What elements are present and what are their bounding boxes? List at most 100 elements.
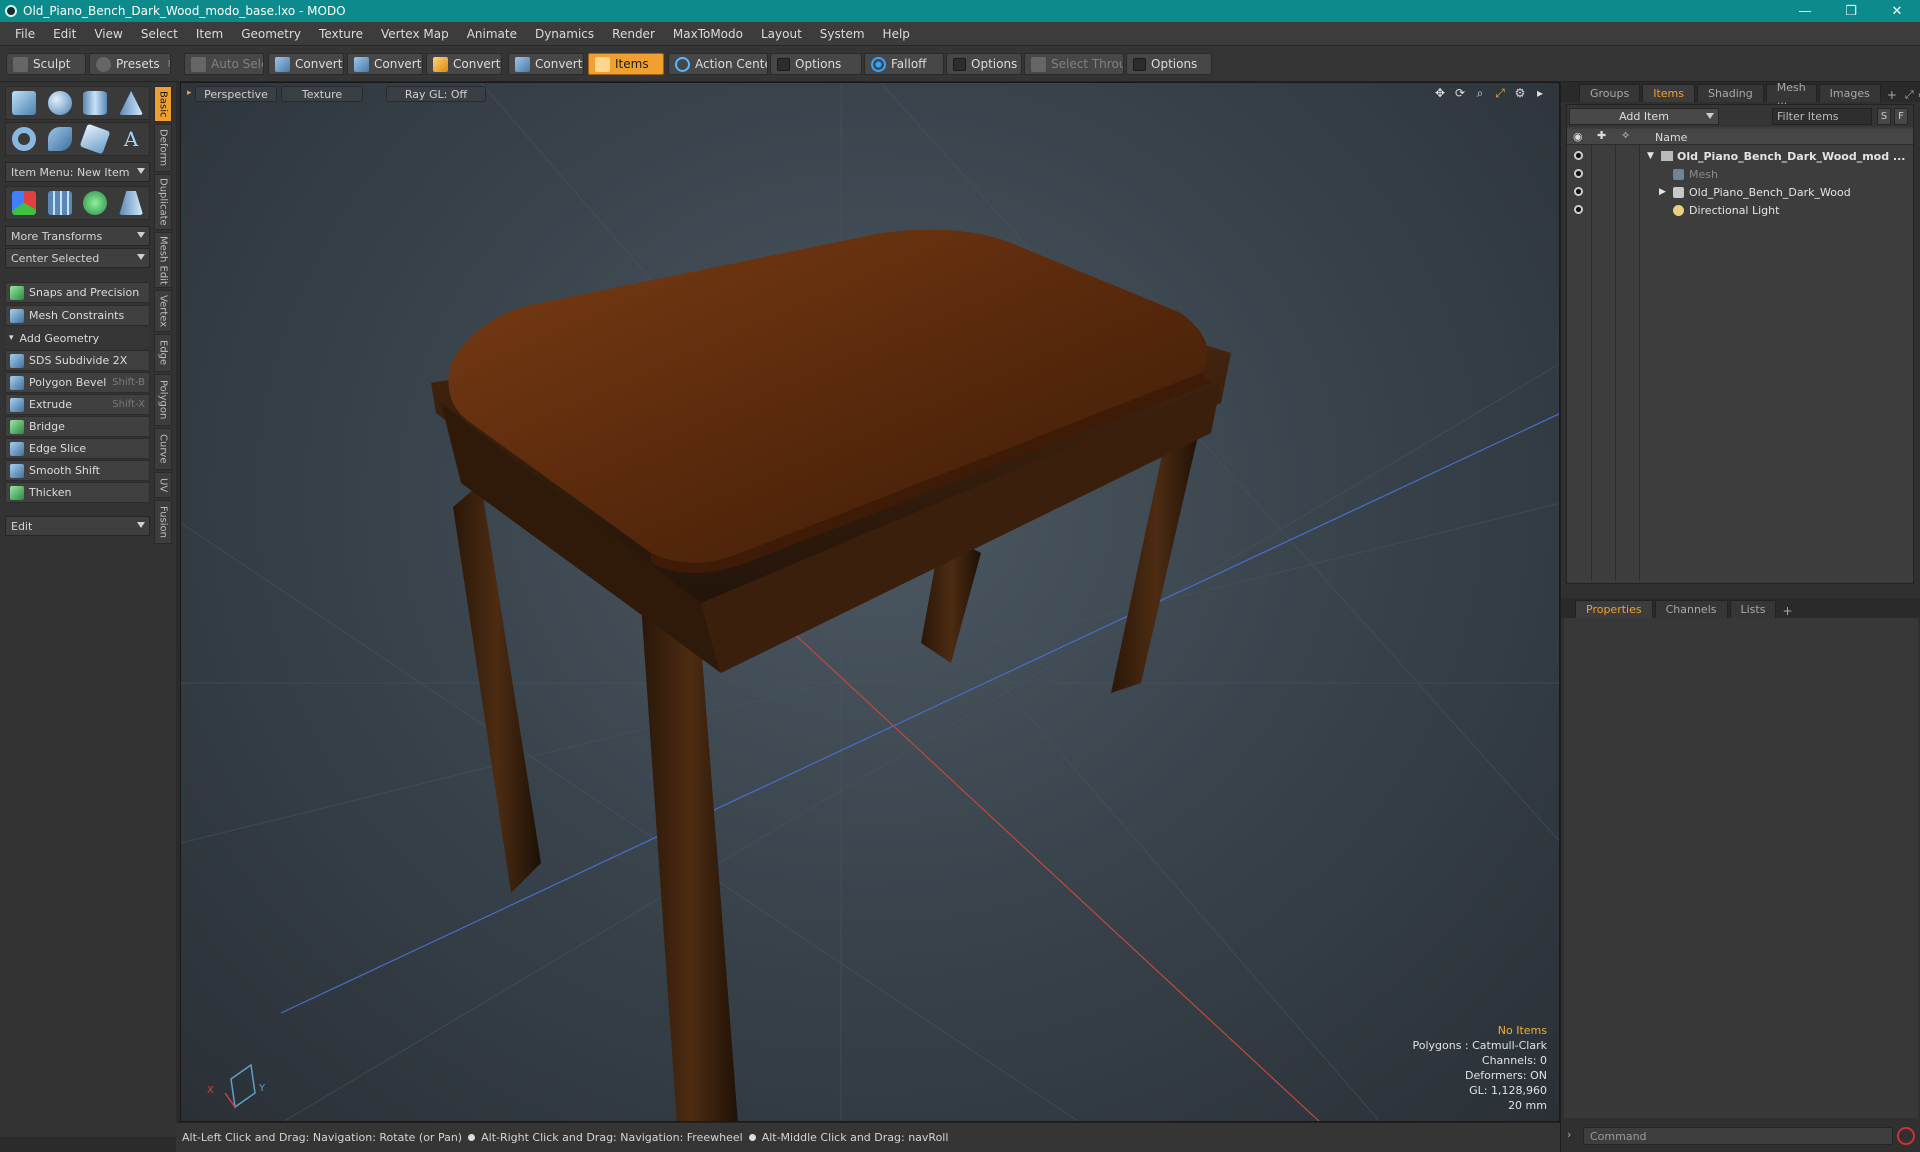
taper-icon[interactable] [119, 191, 144, 215]
tab-channels[interactable]: Channels [1654, 600, 1728, 618]
tab-properties[interactable]: Properties [1575, 600, 1653, 618]
cube-primitive-icon[interactable] [11, 91, 36, 115]
menu-edit[interactable]: Edit [44, 27, 85, 41]
tree-row-light[interactable]: Directional Light [1567, 201, 1913, 219]
tree-row-scene[interactable]: ▼ Old_Piano_Bench_Dark_Wood_mod ... [1567, 147, 1913, 165]
pen-tool-icon[interactable] [79, 123, 111, 155]
edge-slice-button[interactable]: Edge Slice [5, 438, 150, 459]
convert-button-1[interactable]: Convert [268, 53, 344, 75]
bridge-button[interactable]: Bridge [5, 416, 150, 437]
convert-button-3[interactable]: Convert [426, 53, 502, 75]
tab-mesh[interactable]: Mesh ... [1765, 81, 1817, 107]
snaps-precision-button[interactable]: Snaps and Precision [5, 282, 150, 303]
tree-row-bench[interactable]: ▶ Old_Piano_Bench_Dark_Wood [1567, 183, 1913, 201]
menu-view[interactable]: View [85, 27, 131, 41]
tab-fusion[interactable]: Fusion [154, 500, 172, 544]
menu-layout[interactable]: Layout [752, 27, 811, 41]
command-input[interactable]: Command [1583, 1127, 1893, 1145]
3d-viewport[interactable]: X Y ▸ Perspective Texture Ray GL: Off ✥ … [180, 82, 1560, 1122]
eye-icon[interactable] [1573, 204, 1584, 215]
eye-icon[interactable] [1573, 150, 1584, 161]
radial-array-icon[interactable] [83, 191, 108, 215]
menu-item[interactable]: Item [187, 27, 232, 41]
viewport-options-icon[interactable]: ▸ [1533, 86, 1547, 100]
eye-icon[interactable] [1573, 168, 1584, 179]
tab-edge[interactable]: Edge [154, 334, 172, 372]
more-transforms-dropdown[interactable]: More Transforms [5, 226, 150, 246]
array-icon[interactable] [47, 191, 72, 215]
auto-select-button[interactable]: Auto Select [184, 53, 264, 75]
torus-primitive-icon[interactable] [11, 127, 36, 151]
falloff-button[interactable]: Falloff [864, 53, 944, 75]
tab-polygon[interactable]: Polygon [154, 374, 172, 426]
collapse-arrow-icon[interactable]: ▼ [1647, 151, 1654, 161]
tab-duplicate[interactable]: Duplicate [154, 174, 172, 230]
tab-deform[interactable]: Deform [154, 124, 172, 172]
record-icon[interactable] [1897, 1127, 1915, 1145]
add-geometry-header[interactable]: ▾ Add Geometry [5, 328, 150, 348]
sculpt-button[interactable]: Sculpt [6, 53, 86, 75]
tab-mesh-edit[interactable]: Mesh Edit [154, 232, 172, 288]
add-tab-icon[interactable]: + [1782, 604, 1792, 618]
menu-help[interactable]: Help [874, 27, 919, 41]
expand-arrow-icon[interactable]: ▶ [1659, 187, 1666, 197]
menu-vertex-map[interactable]: Vertex Map [372, 27, 458, 41]
eye-icon[interactable] [1573, 186, 1584, 197]
options-button-3[interactable]: Options [1126, 53, 1212, 75]
tab-groups[interactable]: Groups [1579, 84, 1641, 102]
convert-button-2[interactable]: Convert [347, 53, 423, 75]
tab-items[interactable]: Items [1642, 84, 1696, 102]
tube-primitive-icon[interactable] [47, 127, 72, 151]
options-button-1[interactable]: Options [770, 53, 862, 75]
pan-icon[interactable]: ✥ [1433, 86, 1447, 100]
zoom-icon[interactable]: ⌕ [1473, 86, 1487, 100]
sphere-primitive-icon[interactable] [47, 91, 72, 115]
text-tool-icon[interactable]: A [119, 127, 143, 151]
name-column-header[interactable]: Name [1655, 131, 1687, 144]
menu-animate[interactable]: Animate [458, 27, 526, 41]
presets-button[interactable]: Presets F6 [89, 53, 171, 75]
cylinder-primitive-icon[interactable] [83, 91, 108, 115]
add-tab-icon[interactable]: + [1887, 88, 1897, 102]
filter-items-input[interactable]: Filter Items [1772, 108, 1872, 125]
action-center-button[interactable]: Action Center [668, 53, 768, 75]
tab-uv[interactable]: UV [154, 472, 172, 498]
tab-images[interactable]: Images [1818, 84, 1881, 102]
menu-select[interactable]: Select [132, 27, 187, 41]
perspective-button[interactable]: Perspective [195, 86, 277, 102]
tab-shading[interactable]: Shading [1697, 84, 1764, 102]
polygon-bevel-button[interactable]: Polygon Bevel Shift-B [5, 372, 150, 393]
f-filter-button[interactable]: F [1894, 108, 1908, 125]
menu-dynamics[interactable]: Dynamics [526, 27, 603, 41]
tab-vertex[interactable]: Vertex [154, 290, 172, 332]
edit-dropdown[interactable]: Edit [5, 516, 150, 536]
menu-maxtomodo[interactable]: MaxToModo [664, 27, 752, 41]
menu-render[interactable]: Render [603, 27, 664, 41]
fit-icon[interactable]: ⤢ [1493, 86, 1507, 100]
add-item-dropdown[interactable]: Add Item [1569, 108, 1719, 125]
tree-row-mesh[interactable]: Mesh [1567, 165, 1913, 183]
tab-basic[interactable]: Basic [154, 86, 172, 122]
s-filter-button[interactable]: S [1877, 108, 1891, 125]
menu-geometry[interactable]: Geometry [232, 27, 310, 41]
menu-texture[interactable]: Texture [310, 27, 372, 41]
maximize-button[interactable]: ❐ [1828, 0, 1874, 22]
texture-button[interactable]: Texture [281, 86, 363, 102]
minimize-button[interactable]: — [1782, 0, 1828, 22]
sds-subdivide-button[interactable]: SDS Subdivide 2X [5, 350, 150, 371]
options-button-2[interactable]: Options [946, 53, 1022, 75]
cone-primitive-icon[interactable] [119, 91, 144, 115]
select-through-button[interactable]: Select Through [1024, 53, 1124, 75]
tab-lists[interactable]: Lists [1729, 600, 1777, 618]
transform-icon[interactable] [11, 191, 36, 215]
tab-curve[interactable]: Curve [154, 428, 172, 470]
center-selected-dropdown[interactable]: Center Selected [5, 248, 150, 268]
menu-file[interactable]: File [6, 27, 44, 41]
viewport-menu-icon[interactable]: ▸ [187, 88, 192, 98]
thicken-button[interactable]: Thicken [5, 482, 150, 503]
smooth-shift-button[interactable]: Smooth Shift [5, 460, 150, 481]
rotate-icon[interactable]: ⟳ [1453, 86, 1467, 100]
expand-icon[interactable]: ⤢ [1905, 88, 1914, 102]
convert-button-4[interactable]: Convert [508, 53, 584, 75]
raygl-button[interactable]: Ray GL: Off [386, 86, 486, 102]
